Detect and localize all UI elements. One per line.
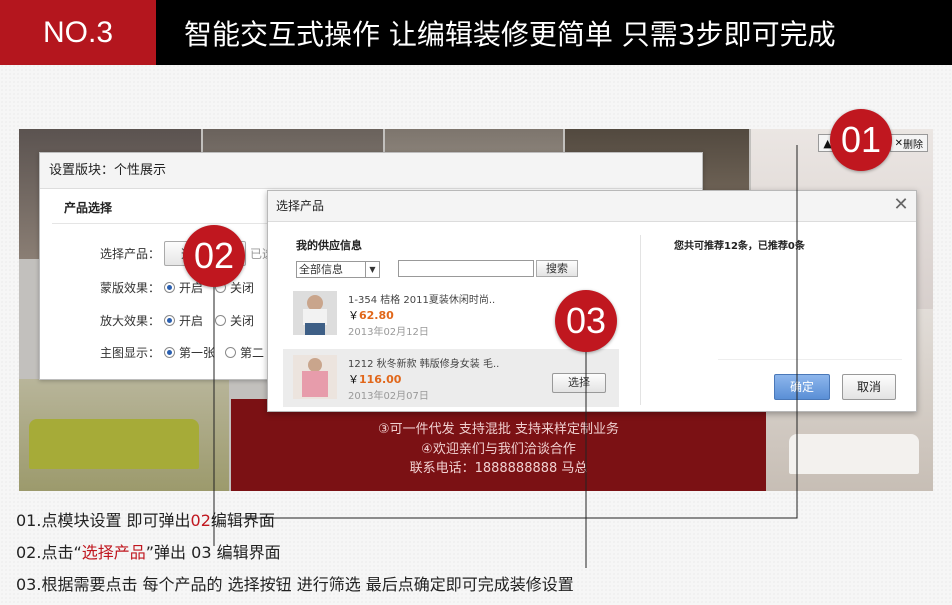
instruction-2-b: 选择产品 [81,543,146,562]
main-image-row: 主图显示： 第一张 第二 [100,344,264,361]
main-image-label: 主图显示： [100,346,161,360]
product-date: 2013年02月12日 [348,327,429,338]
second-image-radio[interactable] [225,347,237,358]
instruction-1-a: 01.点模块设置 即可弹出 [16,511,191,530]
product-thumbnail [293,355,337,399]
instruction-2: 02.点击“选择产品”弹出 03 编辑界面 [16,539,281,563]
bg-text-2: ④欢迎亲们与我们洽谈合作 [421,442,576,457]
zoom-off-radio[interactable] [215,315,227,326]
select-product-label: 选择产品： [100,247,161,261]
chevron-down-icon: ▼ [365,262,379,277]
product-price: ￥116.00 [348,371,401,387]
mask-off-label: 关闭 [230,281,255,295]
sofa-shape [29,419,199,469]
header-bar: NO.3 智能交互式操作 让编辑装修更简单 只需3步即可完成 [0,0,952,65]
close-icon[interactable]: ✕ [890,194,912,216]
section-title: 产品选择 [64,201,113,215]
divider [718,359,902,360]
instruction-2-a: 02.点击“ [16,543,82,562]
supply-header: 我的供应信息 [296,239,362,252]
delete-button[interactable]: ✕ 删除 [889,134,928,152]
mask-on-radio[interactable] [164,282,176,293]
sofa-shape [789,434,919,474]
search-input[interactable] [398,260,534,277]
zoom-label: 放大效果： [100,314,161,328]
product-name: 1-354 桔格 2011夏装休闲时尚.. [348,295,496,306]
dialog-title: 选择产品 [268,191,916,222]
mask-label: 蒙版效果： [100,281,161,295]
recommend-count: 您共可推荐12条，已推荐0条 [674,241,805,252]
second-image-label: 第二 [240,346,265,360]
instruction-1: 01.点模块设置 即可弹出02编辑界面 [16,507,275,531]
dialog-title: 设置版块：个性展示 [40,153,702,189]
header-title: 智能交互式操作 让编辑装修更简单 只需3步即可完成 [184,17,836,51]
cancel-button[interactable]: 取消 [842,374,896,400]
divider [640,235,641,405]
delete-label: 删除 [903,139,923,151]
instruction-3: 03.根据需要点击 每个产品的 选择按钮 进行筛选 最后点确定即可完成装修设置 [16,575,574,594]
step-marker-02: 02 [183,225,245,287]
select-button[interactable]: 选择 [552,373,606,393]
instruction-1-c: 编辑界面 [210,511,275,530]
confirm-button[interactable]: 确定 [774,374,830,400]
zoom-effect-row: 放大效果： 开启 关闭 [100,312,254,329]
product-date: 2013年02月07日 [348,391,429,402]
step-marker-01: 01 [830,109,892,171]
zoom-on-radio[interactable] [164,315,176,326]
filter-value: 全部信息 [299,263,343,276]
zoom-on-label: 开启 [179,314,204,328]
first-image-label: 第一张 [179,346,216,360]
product-name: 1212 秋冬新款 韩版修身女装 毛.. [348,359,500,370]
currency-symbol: ￥ [348,373,359,386]
product-price: ￥62.80 [348,307,394,323]
zoom-off-label: 关闭 [230,314,255,328]
currency-symbol: ￥ [348,309,359,322]
price-value: 116.00 [359,373,402,386]
filter-select[interactable]: 全部信息 ▼ [296,261,380,278]
step-number: NO.3 [0,0,156,65]
product-row: 1212 秋冬新款 韩版修身女装 毛.. ￥116.00 2013年02月07日… [283,349,619,407]
search-button[interactable]: 搜索 [536,260,578,277]
product-thumbnail [293,291,337,335]
instruction-2-c: ”弹出 03 编辑界面 [145,543,281,562]
price-value: 62.80 [359,309,394,322]
bg-text-3: 联系电话：1888888888 马总 [409,461,588,476]
step-marker-03: 03 [555,290,617,352]
first-image-radio[interactable] [164,347,176,358]
bg-text-1: ③可一件代发 支持混批 支持来样定制业务 [378,422,619,437]
instruction-1-b: 02 [190,511,211,530]
